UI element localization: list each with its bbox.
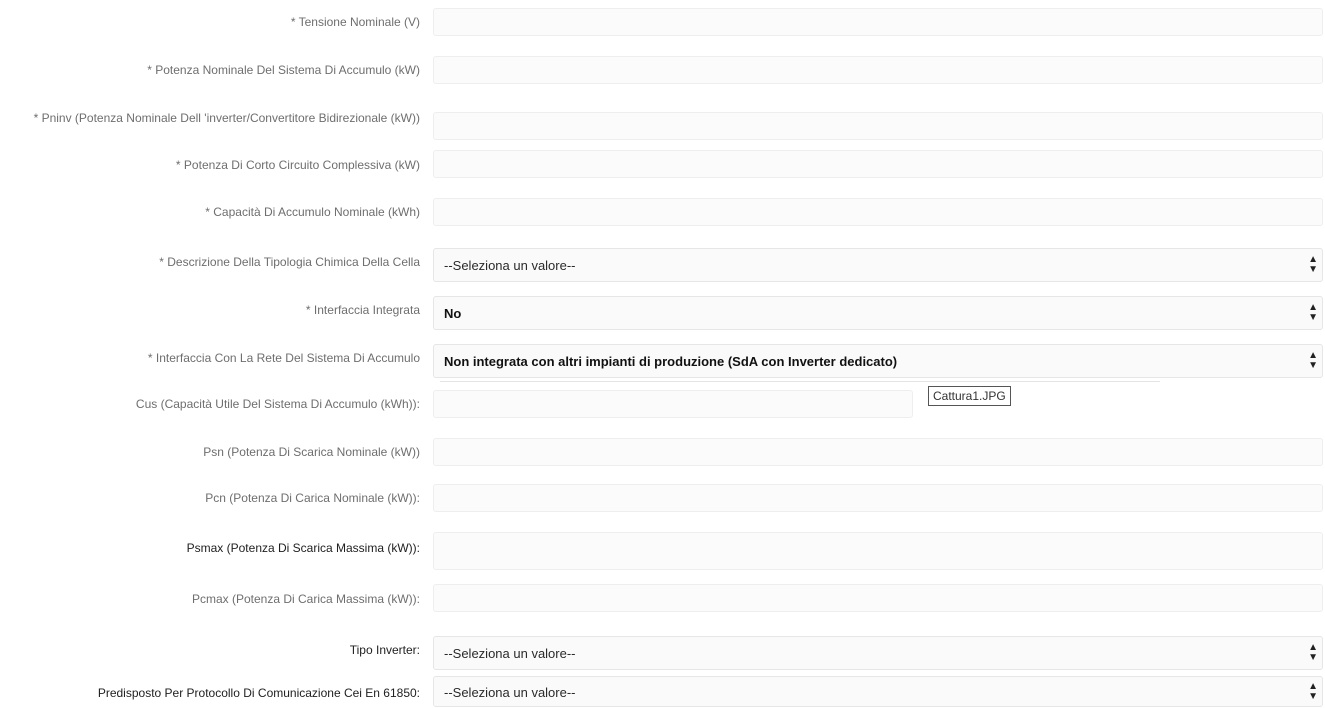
field-label-interfaccia-integrata: * Interfaccia Integrata [305, 303, 420, 317]
updown-arrows-icon: ▲ ▼ [1308, 254, 1318, 275]
updown-arrows-icon: ▲ ▼ [1308, 350, 1318, 371]
pcmax-input[interactable] [433, 584, 1323, 612]
cus-input[interactable] [433, 390, 913, 418]
potenza-nominale-input[interactable] [433, 56, 1323, 84]
tipo-inverter-value: --Seleziona un valore-- [444, 646, 576, 661]
field-label-potenza-corto-circuito: * Potenza Di Corto Circuito Complessiva … [175, 158, 420, 172]
updown-arrows-icon: ▲ ▼ [1308, 680, 1318, 702]
tensione-nominale-input[interactable] [433, 8, 1323, 36]
potenza-corto-circuito-input[interactable] [433, 150, 1323, 178]
interfaccia-integrata-value: No [444, 306, 462, 321]
pninv-input[interactable] [433, 112, 1323, 140]
field-label-cus: Cus (Capacità Utile Del Sistema Di Accum… [135, 397, 420, 411]
file-tooltip: Cattura1.JPG [928, 386, 1011, 406]
divider [440, 381, 1160, 382]
interfaccia-integrata-select[interactable]: No ▲ ▼ [433, 296, 1323, 330]
protocollo-61850-select[interactable]: --Seleziona un valore-- ▲ ▼ [433, 676, 1323, 707]
updown-arrows-icon: ▲ ▼ [1308, 302, 1318, 323]
tipologia-chimica-value: --Seleziona un valore-- [444, 258, 576, 273]
tipo-inverter-select[interactable]: --Seleziona un valore-- ▲ ▼ [433, 636, 1323, 670]
updown-arrows-icon: ▲ ▼ [1308, 642, 1318, 663]
field-label-protocollo-61850: Predisposto Per Protocollo Di Comunicazi… [97, 686, 420, 700]
field-label-pcmax: Pcmax (Potenza Di Carica Massima (kW)): [191, 592, 420, 606]
field-label-tipologia-chimica: * Descrizione Della Tipologia Chimica De… [159, 255, 420, 269]
field-label-pninv: * Pninv (Potenza Nominale Dell 'inverter… [33, 111, 420, 125]
field-label-psmax: Psmax (Potenza Di Scarica Massima (kW)): [186, 541, 420, 555]
field-label-tensione-nominale: * Tensione Nominale (V) [290, 15, 420, 29]
psn-input[interactable] [433, 438, 1323, 466]
protocollo-61850-value: --Seleziona un valore-- [444, 685, 576, 700]
psmax-input[interactable] [433, 532, 1323, 570]
field-label-capacita-accumulo: * Capacità Di Accumulo Nominale (kWh) [205, 205, 420, 219]
field-label-pcn: Pcn (Potenza Di Carica Nominale (kW)): [205, 491, 420, 505]
pcn-input[interactable] [433, 484, 1323, 512]
field-label-interfaccia-rete: * Interfaccia Con La Rete Del Sistema Di… [147, 351, 420, 365]
interfaccia-rete-value: Non integrata con altri impianti di prod… [444, 354, 898, 369]
field-label-potenza-nominale: * Potenza Nominale Del Sistema Di Accumu… [147, 63, 420, 77]
field-label-psn: Psn (Potenza Di Scarica Nominale (kW)) [203, 445, 420, 459]
tipologia-chimica-select[interactable]: --Seleziona un valore-- ▲ ▼ [433, 248, 1323, 282]
interfaccia-rete-select[interactable]: Non integrata con altri impianti di prod… [433, 344, 1323, 378]
capacita-accumulo-input[interactable] [433, 198, 1323, 226]
field-label-tipo-inverter: Tipo Inverter: [349, 643, 420, 657]
